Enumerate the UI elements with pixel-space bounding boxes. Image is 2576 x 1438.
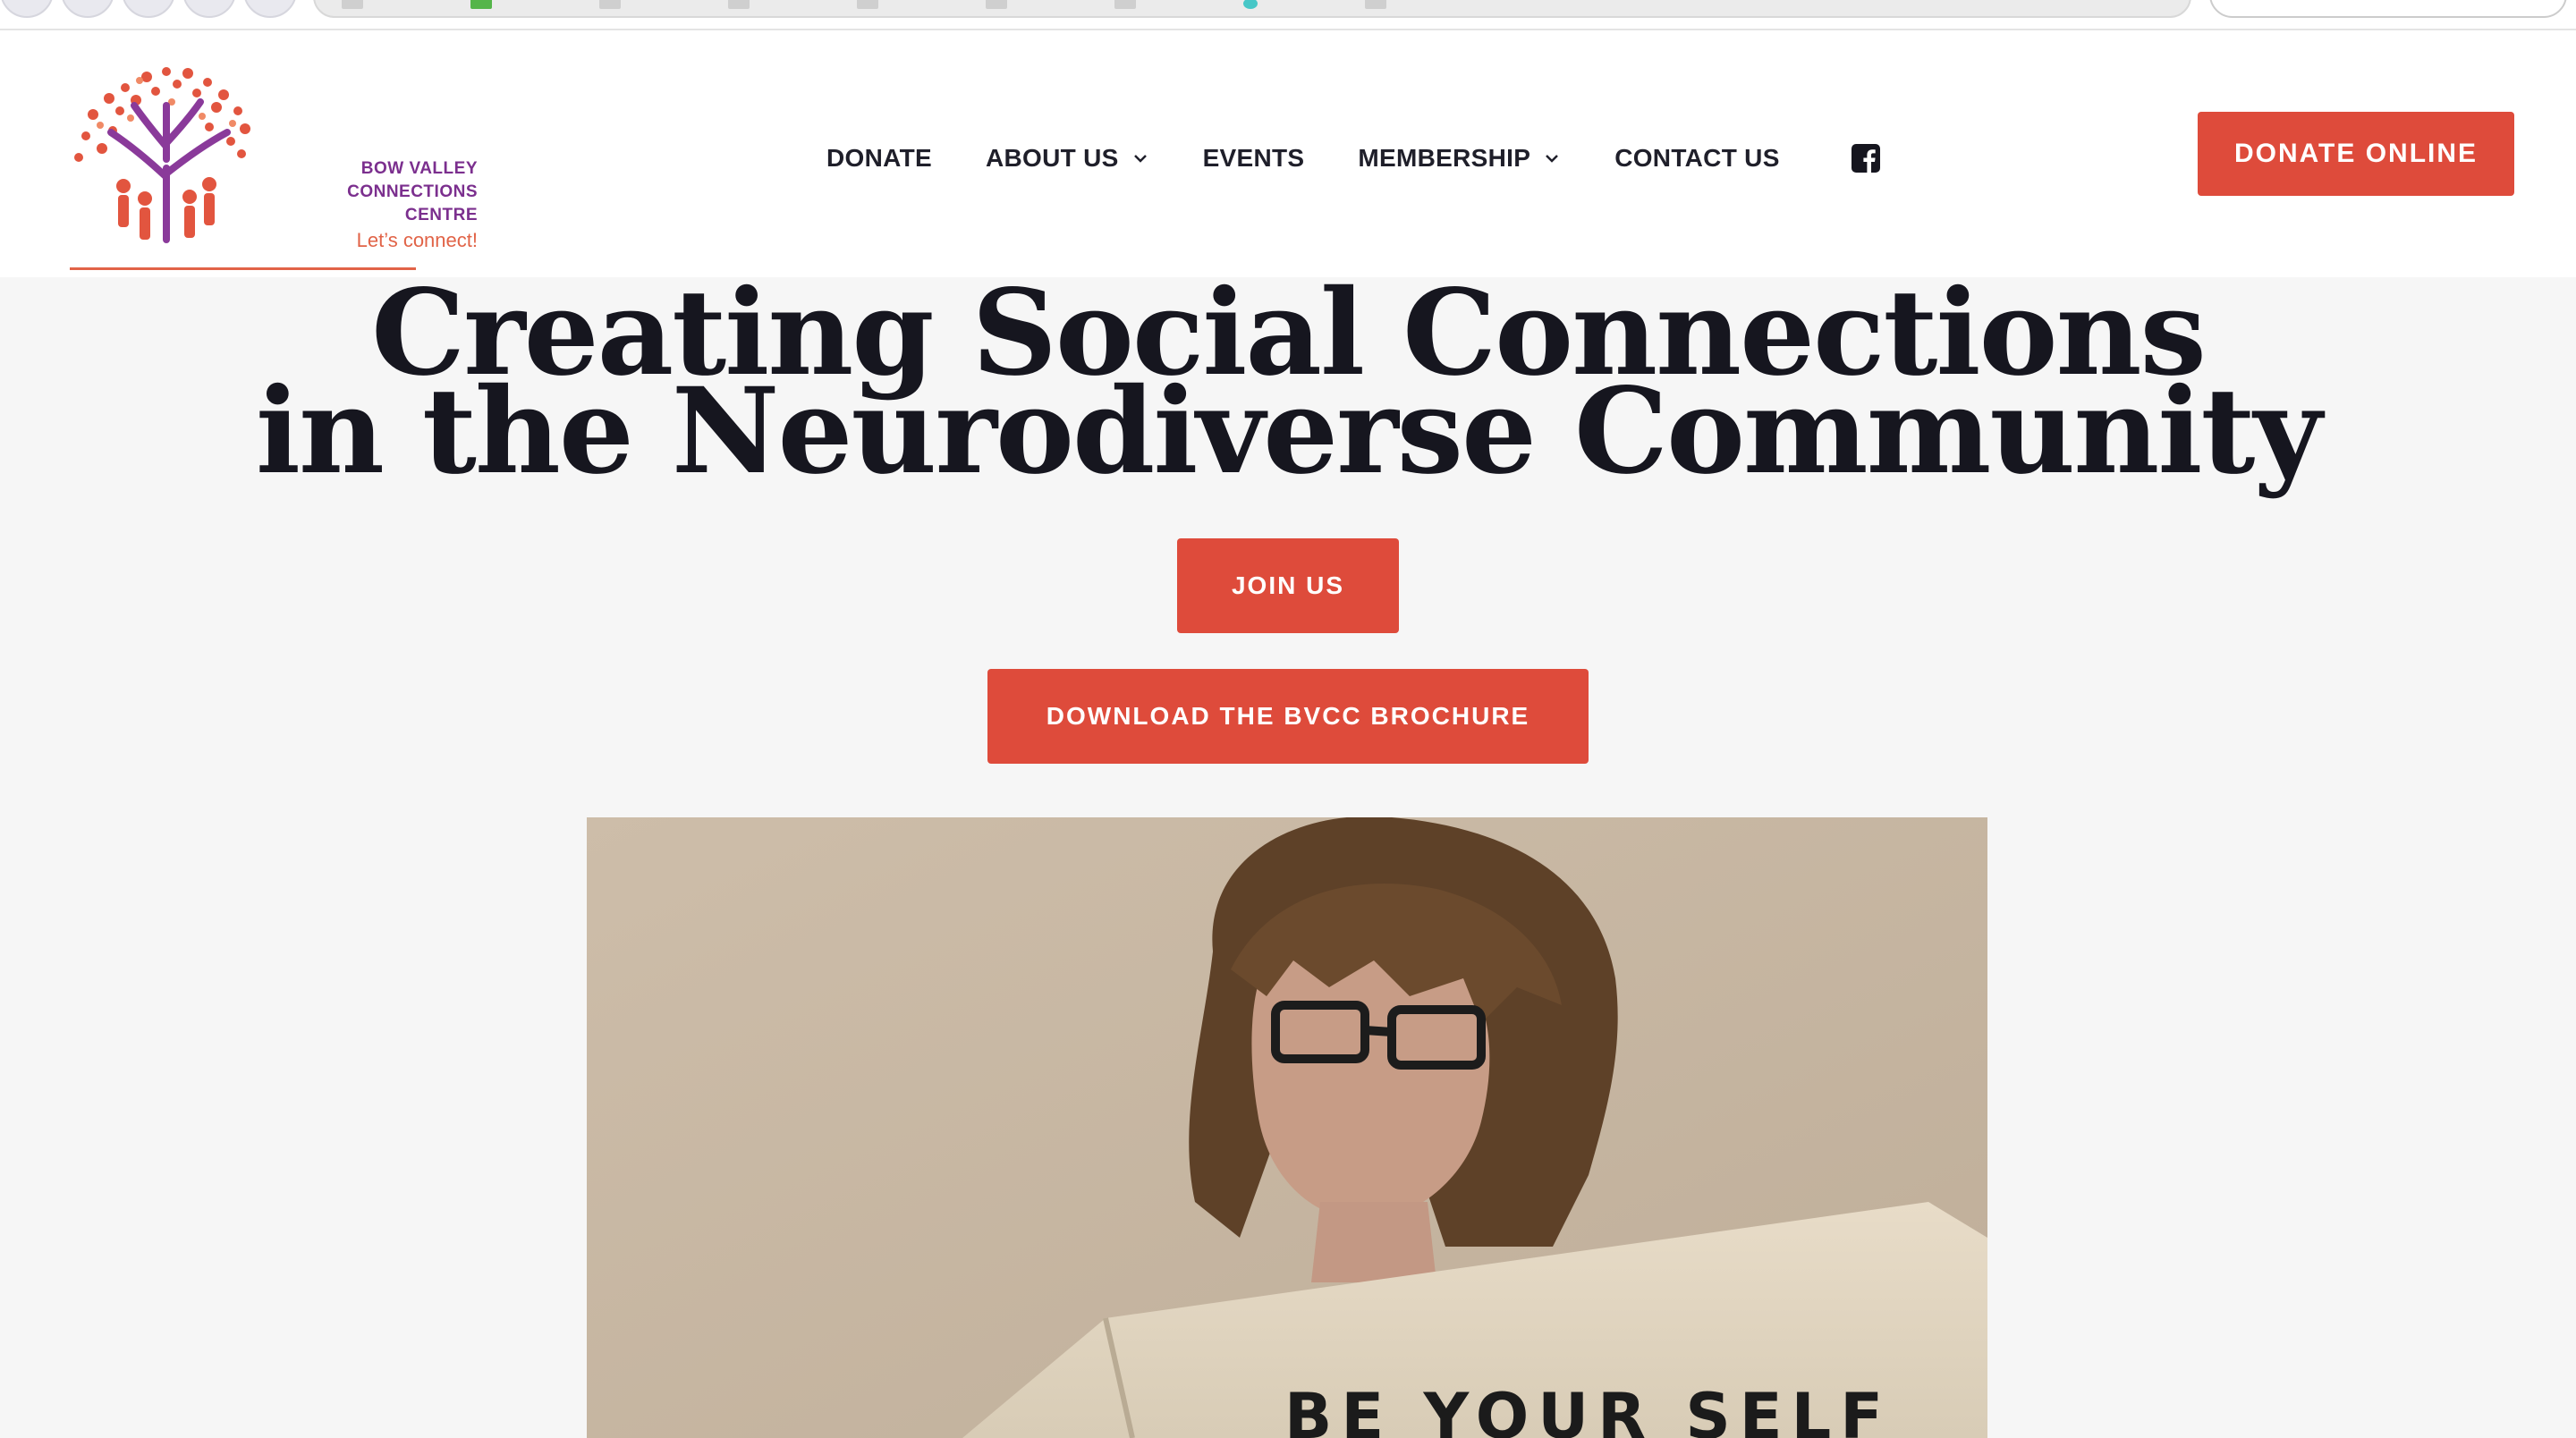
chevron-down-icon: [1546, 155, 1559, 163]
nav-item-donate[interactable]: DONATE: [826, 144, 932, 173]
nav-item-label: EVENTS: [1202, 144, 1305, 172]
logo-name-line: CONNECTIONS: [347, 182, 478, 201]
tab-favicon[interactable]: [986, 0, 1007, 9]
chevron-down-icon: [1133, 155, 1147, 163]
person-holding-sign-image: BE YOUR SELF: [587, 817, 1987, 1438]
browser-chrome: [0, 0, 2576, 30]
toolbar-button[interactable]: [0, 0, 54, 18]
nav-item-contact-us[interactable]: CONTACT US: [1614, 144, 1779, 173]
toolbar-button[interactable]: [182, 0, 236, 18]
tab-favicon[interactable]: [1114, 0, 1136, 9]
sign-text: BE YOUR SELF: [1284, 1380, 1892, 1438]
main-nav: DONATE ABOUT US EVENTS MEMBERSHIP CONTAC…: [826, 136, 1882, 181]
toolbar-button[interactable]: [243, 0, 297, 18]
donate-online-button[interactable]: DONATE ONLINE: [2198, 112, 2514, 196]
active-tab[interactable]: [2209, 0, 2567, 18]
hero-photo: BE YOUR SELF: [587, 817, 1987, 1438]
toolbar-button[interactable]: [122, 0, 175, 18]
tree-with-people-icon: [74, 67, 250, 243]
nav-item-events[interactable]: EVENTS: [1203, 144, 1305, 173]
logo-text: BOW VALLEY CONNECTIONS CENTRE Let’s conn…: [245, 157, 478, 254]
download-brochure-button[interactable]: DOWNLOAD THE BVCC BROCHURE: [987, 669, 1589, 764]
tab-favicon[interactable]: [1365, 0, 1386, 9]
nav-item-label: ABOUT US: [985, 144, 1119, 172]
tab-favicon[interactable]: [857, 0, 878, 9]
hero-title-line: in the Neurodiverse Community: [255, 362, 2322, 501]
tab-favicon[interactable]: [342, 0, 363, 9]
tab-favicon[interactable]: [599, 0, 621, 9]
site-logo[interactable]: BOW VALLEY CONNECTIONS CENTRE Let’s conn…: [66, 61, 478, 272]
logo-name-line: CENTRE: [404, 206, 478, 224]
tab-strip: [313, 0, 2191, 18]
logo-tagline: Let’s connect!: [356, 229, 478, 251]
logo-name-line: BOW VALLEY: [360, 159, 478, 178]
tab-favicon[interactable]: [470, 0, 492, 9]
tab-favicon[interactable]: [728, 0, 750, 9]
nav-item-about-us[interactable]: ABOUT US: [986, 144, 1149, 173]
nav-item-label: MEMBERSHIP: [1358, 144, 1531, 172]
toolbar-button[interactable]: [61, 0, 114, 18]
logo-underline: [70, 267, 416, 270]
nav-item-label: DONATE: [826, 144, 932, 172]
nav-item-membership[interactable]: MEMBERSHIP: [1358, 144, 1561, 173]
hero-title: Creating Social Connections in the Neuro…: [0, 275, 2576, 501]
nav-item-label: CONTACT US: [1614, 144, 1780, 172]
site-header: BOW VALLEY CONNECTIONS CENTRE Let’s conn…: [0, 30, 2576, 277]
facebook-icon[interactable]: [1850, 142, 1882, 174]
tab-favicon[interactable]: [1243, 0, 1258, 9]
join-us-button[interactable]: JOIN US: [1177, 538, 1399, 633]
toolbar-buttons: [0, 0, 297, 18]
